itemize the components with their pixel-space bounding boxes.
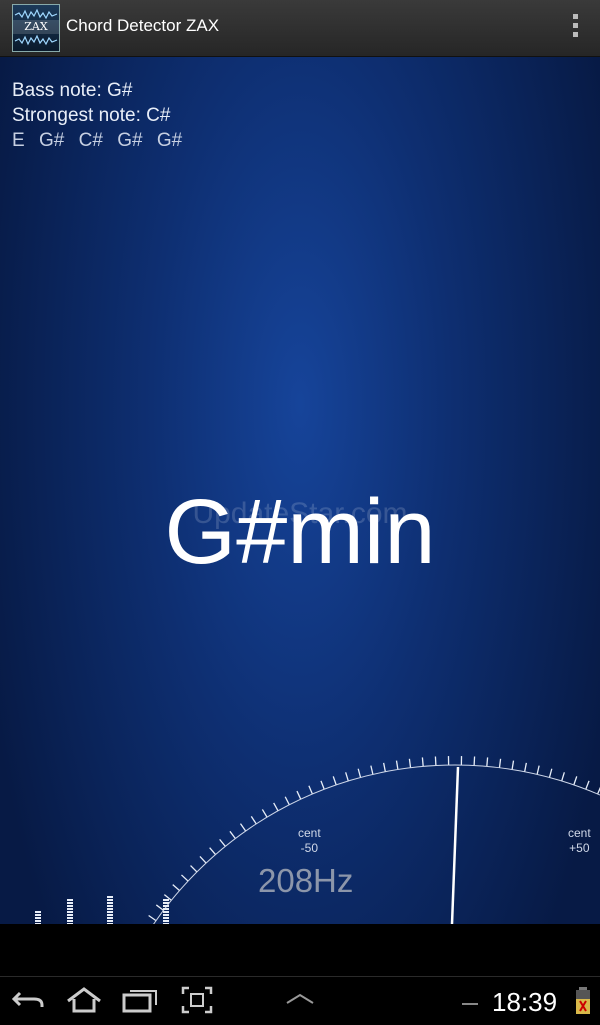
spectrum-bar-segment (35, 917, 41, 919)
gauge-minor-tick (422, 757, 423, 766)
spectrum-bar-segment (107, 914, 113, 916)
overflow-menu-icon[interactable] (570, 14, 580, 42)
spectrum-bar-segment (35, 914, 41, 916)
recent-apps-icon[interactable] (120, 985, 160, 1015)
gauge-minor-tick (499, 759, 500, 768)
gauge-minor-tick (346, 772, 349, 781)
gauge-minor-tick (262, 809, 267, 817)
app-logo-text: ZAX (13, 20, 59, 34)
spectrum-bar-segment (163, 905, 169, 907)
tuner-gauge (0, 57, 600, 924)
action-bar: ZAX Chord Detector ZAX (0, 0, 600, 57)
app-logo-icon[interactable]: ZAX (12, 4, 60, 52)
gauge-minor-tick (191, 866, 197, 872)
gauge-minor-tick (210, 848, 216, 855)
spectrum-bar-segment (67, 920, 73, 922)
gauge-minor-tick (274, 803, 278, 811)
spectrum-bar-segment (67, 902, 73, 904)
gauge-minor-tick (512, 761, 513, 770)
gauge-minor-tick (309, 786, 313, 794)
gauge-minor-tick (525, 763, 527, 772)
spectrum-bar-segment (107, 920, 113, 922)
gauge-minor-tick (384, 763, 386, 772)
gauge-minor-tick (297, 791, 301, 799)
gauge-minor-tick (409, 759, 410, 768)
spectrum-bar-segment (107, 896, 113, 898)
gauge-minor-tick (333, 776, 336, 785)
gauge-minor-tick (358, 769, 360, 778)
spectrum-bar-segment (67, 914, 73, 916)
gauge-minor-tick (396, 761, 397, 770)
spectrum-bar-segment (67, 911, 73, 913)
gauge-minor-tick (562, 772, 565, 781)
blank-area (0, 924, 600, 976)
cent-max-label: cent +50 (568, 826, 591, 856)
gauge-minor-tick (321, 781, 324, 789)
spectrum-bar-segment (163, 899, 169, 901)
chevron-up-icon[interactable] (284, 985, 316, 1015)
spectrum-bar-segment (163, 902, 169, 904)
spectrum-bar-segment (67, 917, 73, 919)
minus-icon (458, 985, 482, 1015)
spectrum-bar-segment (35, 920, 41, 922)
back-icon[interactable] (10, 985, 46, 1015)
cent-min-label: cent -50 (298, 826, 321, 856)
spectrum-bar-segment (107, 899, 113, 901)
spectrum-bars (20, 885, 220, 925)
gauge-needle (452, 767, 458, 924)
app-title: Chord Detector ZAX (66, 16, 219, 36)
spectrum-bar-segment (107, 908, 113, 910)
gauge-minor-tick (251, 816, 256, 824)
gauge-minor-tick (487, 757, 488, 766)
gauge-minor-tick (230, 831, 235, 838)
spectrum-bar-segment (163, 917, 169, 919)
gauge-minor-tick (181, 875, 188, 881)
spectrum-bar-segment (163, 920, 169, 922)
spectrum-bar-segment (163, 914, 169, 916)
spectrum-bar-segment (163, 911, 169, 913)
gauge-minor-tick (549, 769, 551, 778)
spectrum-bar-segment (67, 908, 73, 910)
spectrum-bar-segment (35, 911, 41, 913)
screenshot-icon[interactable] (180, 985, 214, 1015)
status-clock: 18:39 (492, 987, 557, 1018)
gauge-minor-tick (574, 776, 577, 785)
frequency-readout: 208Hz (258, 862, 353, 900)
gauge-minor-tick (537, 766, 539, 775)
gauge-minor-tick (200, 856, 206, 863)
home-icon[interactable] (64, 985, 104, 1015)
spectrum-bar-segment (163, 908, 169, 910)
spectrum-bar-segment (107, 905, 113, 907)
gauge-minor-tick (285, 797, 289, 805)
spectrum-bar-segment (107, 902, 113, 904)
spectrum-bar-segment (107, 917, 113, 919)
spectrum-bar-segment (107, 911, 113, 913)
spectrum-bar-segment (67, 899, 73, 901)
gauge-minor-tick (240, 824, 245, 831)
battery-icon (574, 985, 592, 1017)
gauge-minor-tick (586, 781, 589, 789)
spectrum-bar-segment (67, 905, 73, 907)
gauge-minor-tick (371, 766, 373, 775)
gauge-minor-tick (220, 839, 226, 846)
